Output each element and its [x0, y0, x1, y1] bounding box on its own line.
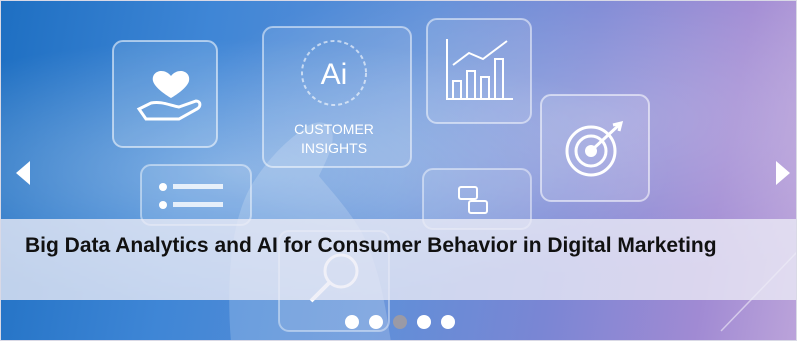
checklist-icon — [140, 164, 252, 226]
previous-slide-button[interactable] — [11, 156, 35, 190]
image-carousel[interactable]: Ai CUSTOMER INSIGHTS Big Data Analytics … — [0, 0, 797, 341]
slide-indicators — [345, 315, 455, 331]
slide-dot-5[interactable] — [441, 315, 455, 329]
target-icon — [540, 94, 650, 202]
caption-overlay — [1, 219, 796, 300]
triangle-right-icon — [776, 161, 790, 185]
customer-label: CUSTOMER — [294, 121, 374, 137]
next-slide-button[interactable] — [771, 156, 795, 190]
ai-label: Ai — [321, 58, 348, 91]
slide-dot-3[interactable] — [393, 315, 407, 329]
bar-chart-icon — [426, 18, 532, 124]
triangle-left-icon — [16, 161, 30, 185]
ai-brain-icon: Ai CUSTOMER INSIGHTS — [262, 26, 412, 168]
insights-label: INSIGHTS — [301, 140, 367, 156]
slide-dot-2[interactable] — [369, 315, 383, 329]
slide-caption[interactable]: Big Data Analytics and AI for Consumer B… — [25, 235, 725, 257]
slide-dot-4[interactable] — [417, 315, 431, 329]
heart-hand-icon — [112, 40, 218, 148]
slide-dot-1[interactable] — [345, 315, 359, 329]
